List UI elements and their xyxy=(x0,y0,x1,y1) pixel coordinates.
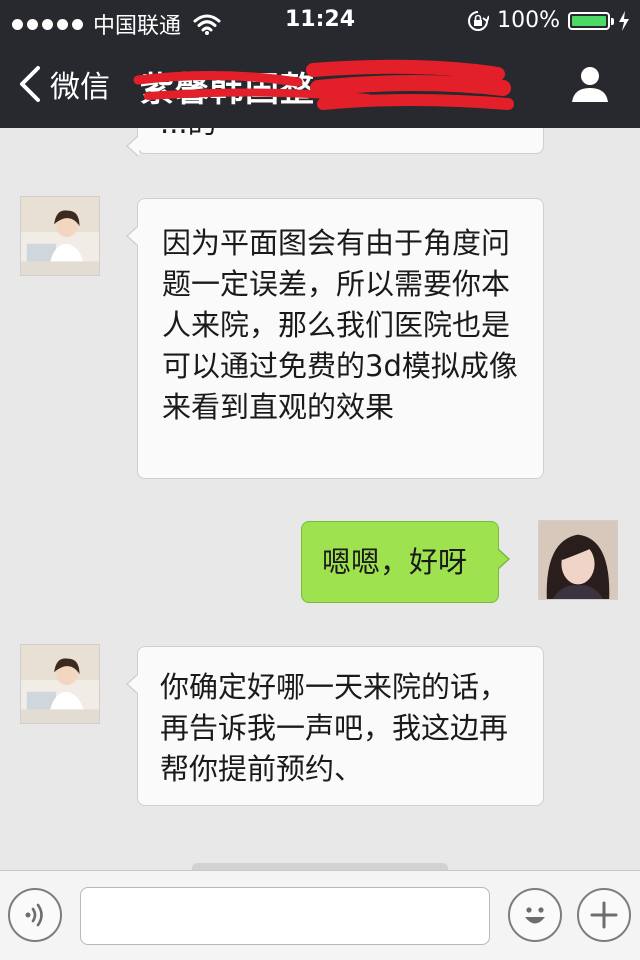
message-text: ...的 xyxy=(160,128,217,140)
scroll-indicator xyxy=(192,863,448,870)
avatar-agent-image xyxy=(21,645,99,723)
nav-bar: 微信 紫馨韩国整 xyxy=(0,40,640,128)
voice-toggle-button[interactable] xyxy=(8,888,62,942)
status-right: 100% xyxy=(467,8,630,33)
redaction-scribble xyxy=(133,59,514,110)
back-label: 微信 xyxy=(50,70,110,105)
message-input[interactable] xyxy=(80,887,490,945)
chat-area[interactable]: ...的 因为平面图会有由于角度问题一定误差，所以需要你本人来院，那么我们医院也… xyxy=(0,128,640,870)
rotation-lock-icon xyxy=(468,10,490,31)
avatar-agent[interactable] xyxy=(20,196,100,276)
battery-fill xyxy=(572,15,606,26)
voice-icon xyxy=(25,903,43,927)
message-text: 因为平面图会有由于角度问题一定误差，所以需要你本人来院，那么我们医院也是可以通过… xyxy=(162,226,518,424)
emoji-icon xyxy=(525,907,545,924)
message-text: 你确定好哪一天来院的话，再告诉我一声吧，我这边再帮你提前预约、 xyxy=(160,670,509,786)
message-bubble-received[interactable]: 你确定好哪一天来院的话，再告诉我一声吧，我这边再帮你提前预约、 xyxy=(126,646,544,806)
charging-bolt-icon xyxy=(619,10,629,31)
back-button[interactable]: 微信 xyxy=(18,62,110,106)
emoji-button[interactable] xyxy=(508,888,562,942)
message-bubble-sent[interactable]: 嗯嗯，好呀 xyxy=(301,521,510,603)
user-profile-icon[interactable] xyxy=(570,64,610,104)
avatar-agent-image xyxy=(21,197,99,275)
battery-percent: 100% xyxy=(497,8,560,33)
input-bar xyxy=(0,870,640,960)
avatar-self-image xyxy=(539,521,617,599)
chevron-left-icon xyxy=(20,66,40,102)
status-bar: 中国联通 11:24 100% xyxy=(0,0,640,40)
message-text: 嗯嗯，好呀 xyxy=(322,545,468,579)
plus-icon xyxy=(590,901,618,929)
message-bubble-received[interactable]: 因为平面图会有由于角度问题一定误差，所以需要你本人来院，那么我们医院也是可以通过… xyxy=(126,198,544,479)
avatar-agent[interactable] xyxy=(20,644,100,724)
message-bubble-received[interactable]: ...的 xyxy=(126,128,544,157)
avatar-self[interactable] xyxy=(538,520,618,600)
more-options-button[interactable] xyxy=(577,888,631,942)
battery-icon xyxy=(568,11,614,30)
